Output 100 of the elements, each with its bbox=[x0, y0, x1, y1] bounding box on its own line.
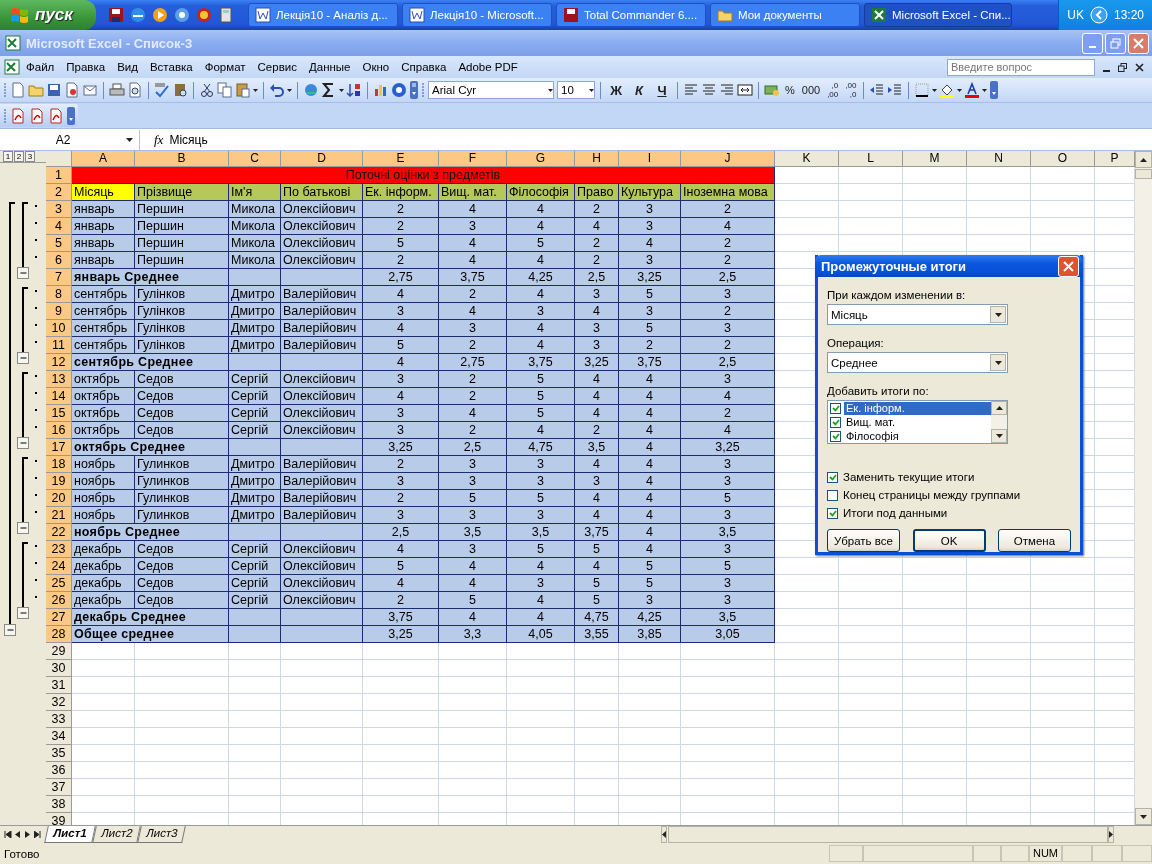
table-cell: 4 bbox=[507, 592, 575, 609]
table-cell: 2 bbox=[681, 337, 775, 354]
table-cell: ноябрь bbox=[72, 456, 135, 473]
table-cell: 2 bbox=[363, 201, 439, 218]
table-cell: 2 bbox=[681, 201, 775, 218]
table-cell: Сергій bbox=[229, 405, 281, 422]
table-cell: октябрь bbox=[72, 371, 135, 388]
table-cell: 4 bbox=[507, 320, 575, 337]
table-cell: Гулинков bbox=[135, 490, 229, 507]
table-cell: 4 bbox=[363, 541, 439, 558]
table-cell: Микола bbox=[229, 252, 281, 269]
table-cell: 3 bbox=[363, 473, 439, 490]
table-cell: Олексійович bbox=[281, 592, 363, 609]
table-cell: 5 bbox=[619, 558, 681, 575]
table-cell: Олексійович bbox=[281, 541, 363, 558]
table-cell: Валерійович bbox=[281, 286, 363, 303]
table-cell: 5 bbox=[619, 320, 681, 337]
table-cell: Седов bbox=[135, 371, 229, 388]
table-cell: ноябрь bbox=[72, 490, 135, 507]
table-cell: 2 bbox=[439, 422, 507, 439]
table-cell: Дмитро bbox=[229, 473, 281, 490]
table-cell: 5 bbox=[507, 235, 575, 252]
table-cell: Микола bbox=[229, 235, 281, 252]
field-label: Операция: bbox=[827, 337, 885, 349]
table-cell: 2 bbox=[439, 286, 507, 303]
table-cell: 5 bbox=[681, 490, 775, 507]
table-cell: 3,55 bbox=[575, 626, 619, 643]
table-cell: ноябрь bbox=[72, 473, 135, 490]
table-cell: 3 bbox=[363, 507, 439, 524]
table-cell: октябрь bbox=[72, 422, 135, 439]
table-cell: Седов bbox=[135, 422, 229, 439]
table-cell: 5 bbox=[439, 490, 507, 507]
table-cell: 3,75 bbox=[575, 524, 619, 541]
table-cell: 5 bbox=[363, 337, 439, 354]
table-cell: 2 bbox=[575, 422, 619, 439]
table-cell: Олексійович bbox=[281, 235, 363, 252]
table-cell: Седов bbox=[135, 405, 229, 422]
table-cell: Седов bbox=[135, 541, 229, 558]
table-cell: Дмитро bbox=[229, 320, 281, 337]
table-cell: 4,75 bbox=[575, 609, 619, 626]
table-cell: 4 bbox=[507, 422, 575, 439]
table-cell: 4 bbox=[507, 252, 575, 269]
table-cell: 4 bbox=[507, 201, 575, 218]
table-cell: 3,05 bbox=[681, 626, 775, 643]
dialog-title: Промежуточные итоги bbox=[821, 258, 967, 274]
table-cell: Гулінков bbox=[135, 303, 229, 320]
table-cell: Гулінков bbox=[135, 286, 229, 303]
table-cell: 5 bbox=[507, 388, 575, 405]
table-cell: 3 bbox=[619, 592, 681, 609]
table-cell: Сергій bbox=[229, 541, 281, 558]
table-cell: 4 bbox=[363, 575, 439, 592]
table-cell: 4 bbox=[575, 490, 619, 507]
table-cell: Седов bbox=[135, 388, 229, 405]
table-cell: 4 bbox=[507, 286, 575, 303]
table-cell: 5 bbox=[507, 371, 575, 388]
table-cell: 4 bbox=[439, 558, 507, 575]
table-cell: 4 bbox=[619, 388, 681, 405]
field-label: Добавить итоги по: bbox=[827, 385, 930, 397]
table-cell: Олексійович bbox=[281, 558, 363, 575]
table-cell: 2 bbox=[363, 490, 439, 507]
table-cell: Валерійович bbox=[281, 320, 363, 337]
table-cell: 3 bbox=[681, 592, 775, 609]
table-cell: Олексійович bbox=[281, 422, 363, 439]
table-cell: 3 bbox=[363, 371, 439, 388]
table-cell: 4 bbox=[619, 473, 681, 490]
table-cell: 5 bbox=[507, 541, 575, 558]
table-cell: 3,5 bbox=[681, 524, 775, 541]
table-cell: 3,25 bbox=[363, 626, 439, 643]
table-cell: 3 bbox=[681, 286, 775, 303]
table-cell: 3,3 bbox=[439, 626, 507, 643]
table-cell: 4 bbox=[507, 609, 575, 626]
window-title: Microsoft Excel - Список-3 bbox=[26, 35, 193, 51]
table-cell: 5 bbox=[619, 575, 681, 592]
table-cell: 3 bbox=[619, 218, 681, 235]
table-cell: 3,5 bbox=[681, 609, 775, 626]
table-cell: Гулінков bbox=[135, 320, 229, 337]
table-cell: Олексійович bbox=[281, 575, 363, 592]
subtotal-label: ноябрь Среднее bbox=[72, 524, 229, 541]
title-cell: Поточні оцінки з предметів bbox=[72, 167, 775, 184]
table-cell: сентябрь bbox=[72, 337, 135, 354]
table-cell: 2,5 bbox=[681, 269, 775, 286]
table-cell: 2 bbox=[619, 337, 681, 354]
table-cell: Седов bbox=[135, 575, 229, 592]
table-cell: Першин bbox=[135, 235, 229, 252]
table-cell: 3 bbox=[681, 473, 775, 490]
table-cell: 3,25 bbox=[575, 354, 619, 371]
table-cell: Сергій bbox=[229, 558, 281, 575]
table-cell: 4 bbox=[575, 456, 619, 473]
table-cell: 3 bbox=[681, 371, 775, 388]
table-cell: 2,75 bbox=[363, 269, 439, 286]
table-cell: 4 bbox=[619, 490, 681, 507]
table-cell: ноябрь bbox=[72, 507, 135, 524]
table-cell: 3 bbox=[575, 286, 619, 303]
table-cell: 3 bbox=[681, 456, 775, 473]
table-cell: 3 bbox=[619, 201, 681, 218]
table-cell: 2 bbox=[681, 252, 775, 269]
table-cell: 5 bbox=[619, 286, 681, 303]
field-label: При каждом изменении в: bbox=[827, 289, 967, 301]
table-cell: 4 bbox=[363, 320, 439, 337]
table-cell: январь bbox=[72, 252, 135, 269]
